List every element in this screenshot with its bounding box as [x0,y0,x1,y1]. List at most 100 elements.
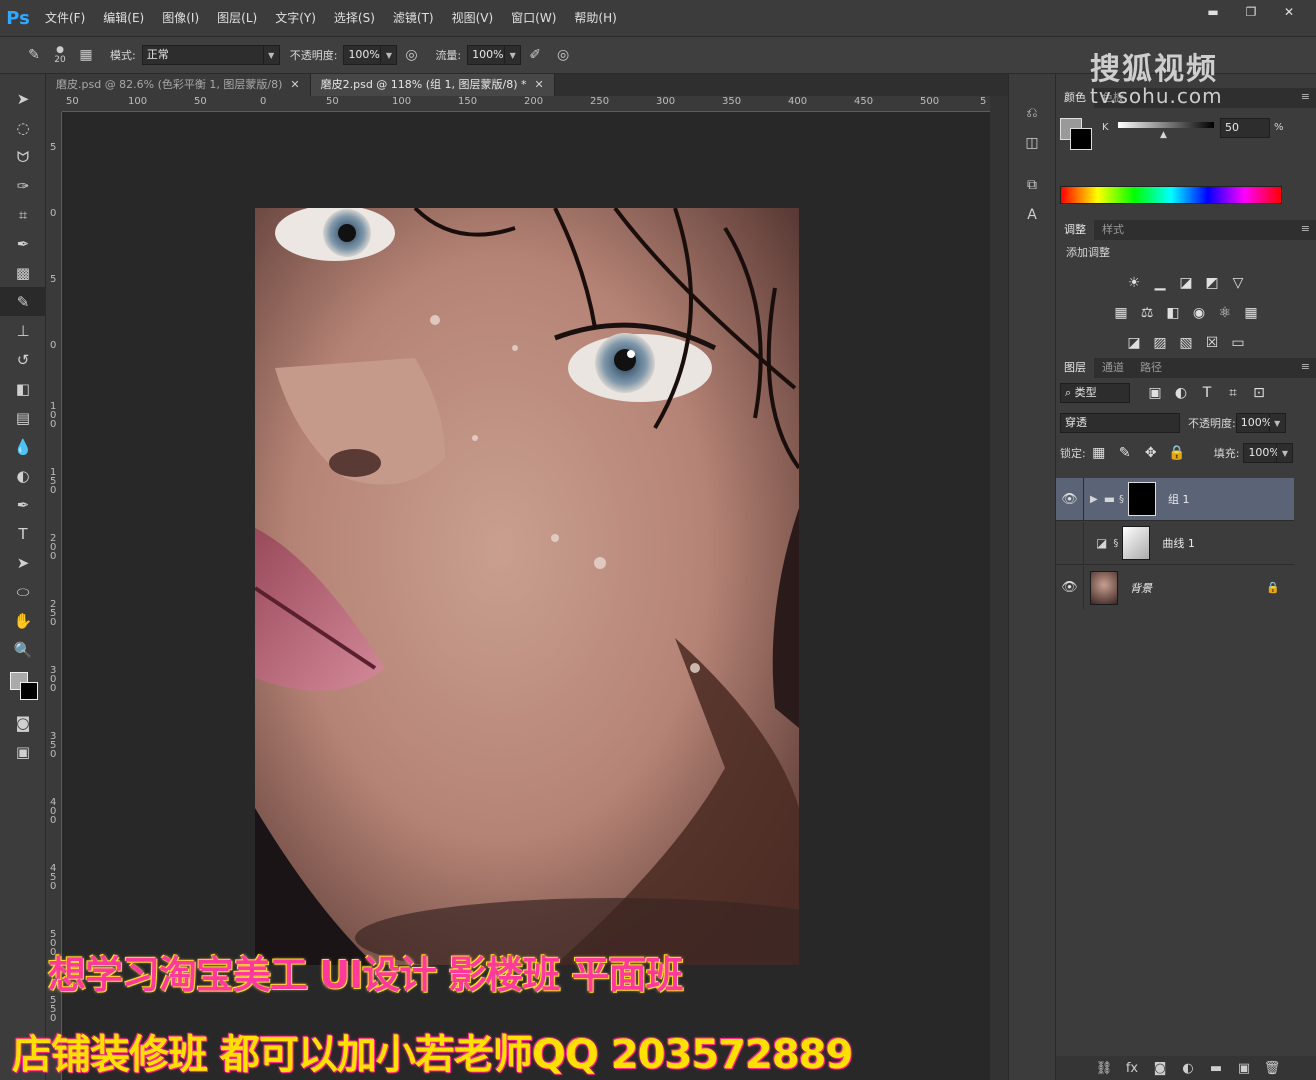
tab-layers[interactable]: 图层 [1056,358,1094,378]
blend-mode-select[interactable]: 穿透 [1060,413,1180,433]
menu-layer[interactable]: 图层(L) [208,0,266,36]
channel-mixer-icon[interactable]: ⚛ [1214,302,1236,324]
filter-shape-icon[interactable]: ⌗ [1222,382,1244,404]
brush-preset-icon[interactable]: ✎ [20,41,48,69]
panel-menu-icon[interactable]: ≡ [1301,360,1310,373]
levels-icon[interactable]: ▁ [1149,272,1171,294]
move-tool-icon[interactable]: ➤ [0,84,46,113]
zoom-tool-icon[interactable]: 🔍 [0,635,46,664]
close-icon[interactable]: ✕ [290,78,299,91]
color-balance-icon[interactable]: ⚖ [1136,302,1158,324]
add-mask-icon[interactable]: ◙ [1146,1061,1174,1076]
new-adjustment-icon[interactable]: ◐ [1174,1061,1202,1076]
layer-row[interactable]: 👁 ▶ ▬ § 组 1 [1056,477,1294,521]
tab-styles[interactable]: 样式 [1094,220,1132,240]
menu-edit[interactable]: 编辑(E) [94,0,153,36]
vibrance-icon[interactable]: ▽ [1227,272,1249,294]
brush-tool-icon[interactable]: ✎ [0,287,46,316]
menu-image[interactable]: 图像(I) [153,0,208,36]
eyedropper-tool-icon[interactable]: ✒ [0,229,46,258]
dodge-tool-icon[interactable]: ◐ [0,461,46,490]
healing-tool-icon[interactable]: ▩ [0,258,46,287]
history-brush-tool-icon[interactable]: ↺ [0,345,46,374]
tab-channels[interactable]: 通道 [1094,358,1132,378]
eraser-tool-icon[interactable]: ◧ [0,374,46,403]
opacity-input[interactable]: 100% [343,45,382,65]
visibility-toggle[interactable] [1056,521,1084,565]
quick-mask-icon[interactable]: ◙ [0,708,46,737]
link-layers-icon[interactable]: ⛓ [1090,1061,1118,1076]
filter-smart-icon[interactable]: ⊡ [1248,382,1270,404]
exposure-icon[interactable]: ◩ [1201,272,1223,294]
color-ramp[interactable] [1060,186,1282,204]
slider-thumb-icon[interactable]: ▲ [1160,130,1167,140]
menu-select[interactable]: 选择(S) [325,0,384,36]
lasso-tool-icon[interactable]: ᗢ [0,142,46,171]
gradient-tool-icon[interactable]: ▤ [0,403,46,432]
layer-opacity-input[interactable]: 100% [1235,413,1272,433]
history-panel-icon[interactable]: ⎌ [1009,98,1055,128]
lock-move-icon[interactable]: ✥ [1140,442,1162,464]
menu-type[interactable]: 文字(Y) [266,0,325,36]
shape-tool-icon[interactable]: ⬭ [0,577,46,606]
invert-icon[interactable]: ◪ [1123,332,1145,354]
doc-tab-2[interactable]: 磨皮2.psd @ 118% (组 1, 图层蒙版/8) * ✕ [310,74,555,96]
mode-dropdown-icon[interactable]: ▼ [263,45,280,65]
menu-window[interactable]: 窗口(W) [502,0,565,36]
tab-color[interactable]: 颜色 [1056,88,1094,108]
layer-row[interactable]: ◪ § 曲线 1 [1056,521,1294,565]
brush-panel-toggle-icon[interactable]: ▦ [72,41,100,69]
marquee-tool-icon[interactable]: ◌ [0,113,46,142]
pressure-opacity-icon[interactable]: ◎ [397,41,425,69]
menu-help[interactable]: 帮助(H) [565,0,625,36]
panel-menu-icon[interactable]: ≡ [1301,90,1310,103]
layer-filter-select[interactable]: ⌕ 类型 [1060,383,1130,403]
pressure-size-icon[interactable]: ◎ [549,41,577,69]
k-slider[interactable] [1118,122,1214,128]
doc-tab-1[interactable]: 磨皮.psd @ 82.6% (色彩平衡 1, 图层蒙版/8) ✕ [46,74,311,96]
lock-paint-icon[interactable]: ✎ [1114,442,1136,464]
brush-size-picker[interactable]: ● 20 [48,41,72,69]
delete-layer-icon[interactable]: 🗑 [1258,1061,1286,1076]
layer-mask-thumbnail[interactable] [1122,526,1151,560]
quick-select-tool-icon[interactable]: ✑ [0,171,46,200]
vertical-scrollbar[interactable] [990,96,1008,1080]
color-swatches[interactable] [0,664,45,708]
close-button[interactable]: ✕ [1270,2,1308,22]
fx-icon[interactable]: fx [1118,1061,1146,1076]
layer-row[interactable]: 👁 背景 🔒 [1056,566,1294,609]
tab-paths[interactable]: 路径 [1132,358,1170,378]
opacity-dropdown-icon[interactable]: ▼ [381,45,398,65]
bg-swatch[interactable] [1070,128,1092,150]
minimize-button[interactable]: ▬ [1194,2,1232,22]
flow-input[interactable]: 100% [467,45,506,65]
maximize-button[interactable]: ❐ [1232,2,1270,22]
filter-pixel-icon[interactable]: ▣ [1144,382,1166,404]
type-tool-icon[interactable]: T [0,519,46,548]
flow-dropdown-icon[interactable]: ▼ [505,45,522,65]
3d-panel-icon[interactable]: ◫ [1009,128,1055,158]
document-image[interactable] [255,208,799,965]
character-panel-icon[interactable]: A [1009,200,1055,230]
new-group-icon[interactable]: ▬ [1202,1061,1230,1076]
mode-select[interactable]: 正常 [141,45,264,65]
panel-menu-icon[interactable]: ≡ [1301,222,1310,235]
airbrush-icon[interactable]: ✐ [521,41,549,69]
gradient-map-icon[interactable]: ▭ [1227,332,1249,354]
layer-thumbnail[interactable] [1090,570,1118,605]
hue-saturation-icon[interactable]: ▦ [1110,302,1132,324]
screen-mode-icon[interactable]: ▣ [0,737,46,766]
photo-filter-icon[interactable]: ◉ [1188,302,1210,324]
curves-icon[interactable]: ◪ [1175,272,1197,294]
tab-adjustments[interactable]: 调整 [1056,220,1094,240]
k-value-input[interactable]: 50 [1220,118,1270,138]
eye-icon[interactable]: 👁 [1056,477,1084,521]
posterize-icon[interactable]: ▨ [1149,332,1171,354]
lock-all-icon[interactable]: 🔒 [1166,442,1188,464]
black-white-icon[interactable]: ◧ [1162,302,1184,324]
close-icon[interactable]: ✕ [535,78,544,91]
expand-arrow-icon[interactable]: ▶ [1090,494,1098,505]
layer-mask-thumbnail[interactable] [1128,482,1157,516]
path-select-tool-icon[interactable]: ➤ [0,548,46,577]
pen-tool-icon[interactable]: ✒ [0,490,46,519]
